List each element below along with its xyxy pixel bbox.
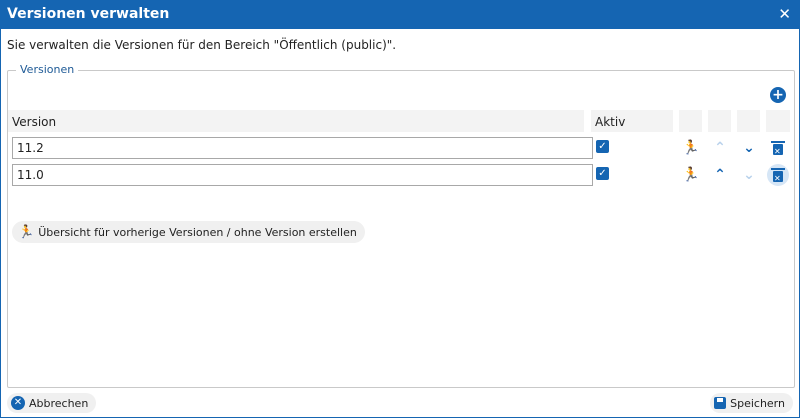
runner-icon[interactable]: 🏃 [680,137,702,159]
create-overview-button[interactable]: 🏃 Übersicht für vorherige Versionen / oh… [12,221,365,243]
column-header-active: Aktiv [591,110,673,132]
column-header-active-label: Aktiv [595,115,626,129]
column-header-up [708,110,731,132]
version-row: ✓ 🏃 ⌃ ⌄ [8,137,794,163]
column-header-run [679,110,702,132]
dialog-titlebar: Versionen verwalten ✕ [1,1,799,29]
active-checkbox[interactable]: ✓ [596,140,609,153]
move-up-icon[interactable]: ⌃ [709,137,731,159]
column-header-down [737,110,760,132]
chevron-up-icon: ⌃ [714,140,726,156]
runner-icon[interactable]: 🏃 [680,164,702,186]
dialog-title: Versionen verwalten [7,6,170,22]
runner-glyph: 🏃 [682,167,700,183]
manage-versions-dialog: Versionen verwalten ✕ Sie verwalten die … [0,0,800,418]
fieldset-legend: Versionen [16,63,79,76]
create-overview-label: Übersicht für vorherige Versionen / ohne… [38,225,357,239]
runner-icon: 🏃 [18,224,35,240]
save-icon [714,397,727,409]
move-up-icon[interactable]: ⌃ [709,164,731,186]
trash-icon [771,168,785,190]
delete-icon[interactable] [767,137,789,163]
column-header-version-label: Version [12,115,57,129]
version-input[interactable] [12,137,593,159]
version-input[interactable] [12,164,593,186]
active-checkbox[interactable]: ✓ [596,167,609,180]
cancel-label: Abbrechen [29,396,89,410]
chevron-down-icon: ⌄ [743,140,755,156]
add-version-icon[interactable]: + [770,87,786,103]
cancel-icon: ✕ [11,396,25,410]
delete-icon[interactable] [767,164,789,190]
versions-fieldset: Versionen + Version Aktiv ✓ 🏃 ⌃ ⌄ ✓ 🏃 ⌃ … [7,63,795,388]
dialog-description: Sie verwalten die Versionen für den Bere… [7,38,397,52]
runner-glyph: 🏃 [682,140,700,156]
column-header-delete [766,110,790,132]
move-down-icon[interactable]: ⌄ [738,137,760,159]
chevron-up-icon: ⌃ [714,167,726,183]
chevron-down-icon: ⌄ [743,167,755,183]
version-row: ✓ 🏃 ⌃ ⌄ [8,164,794,190]
close-icon[interactable]: ✕ [778,5,791,23]
trash-icon [771,141,785,163]
save-label: Speichern [730,396,785,410]
cancel-button[interactable]: ✕ Abbrechen [7,393,97,413]
column-header-version: Version [8,110,584,132]
save-button[interactable]: Speichern [710,393,793,413]
move-down-icon[interactable]: ⌄ [738,164,760,186]
